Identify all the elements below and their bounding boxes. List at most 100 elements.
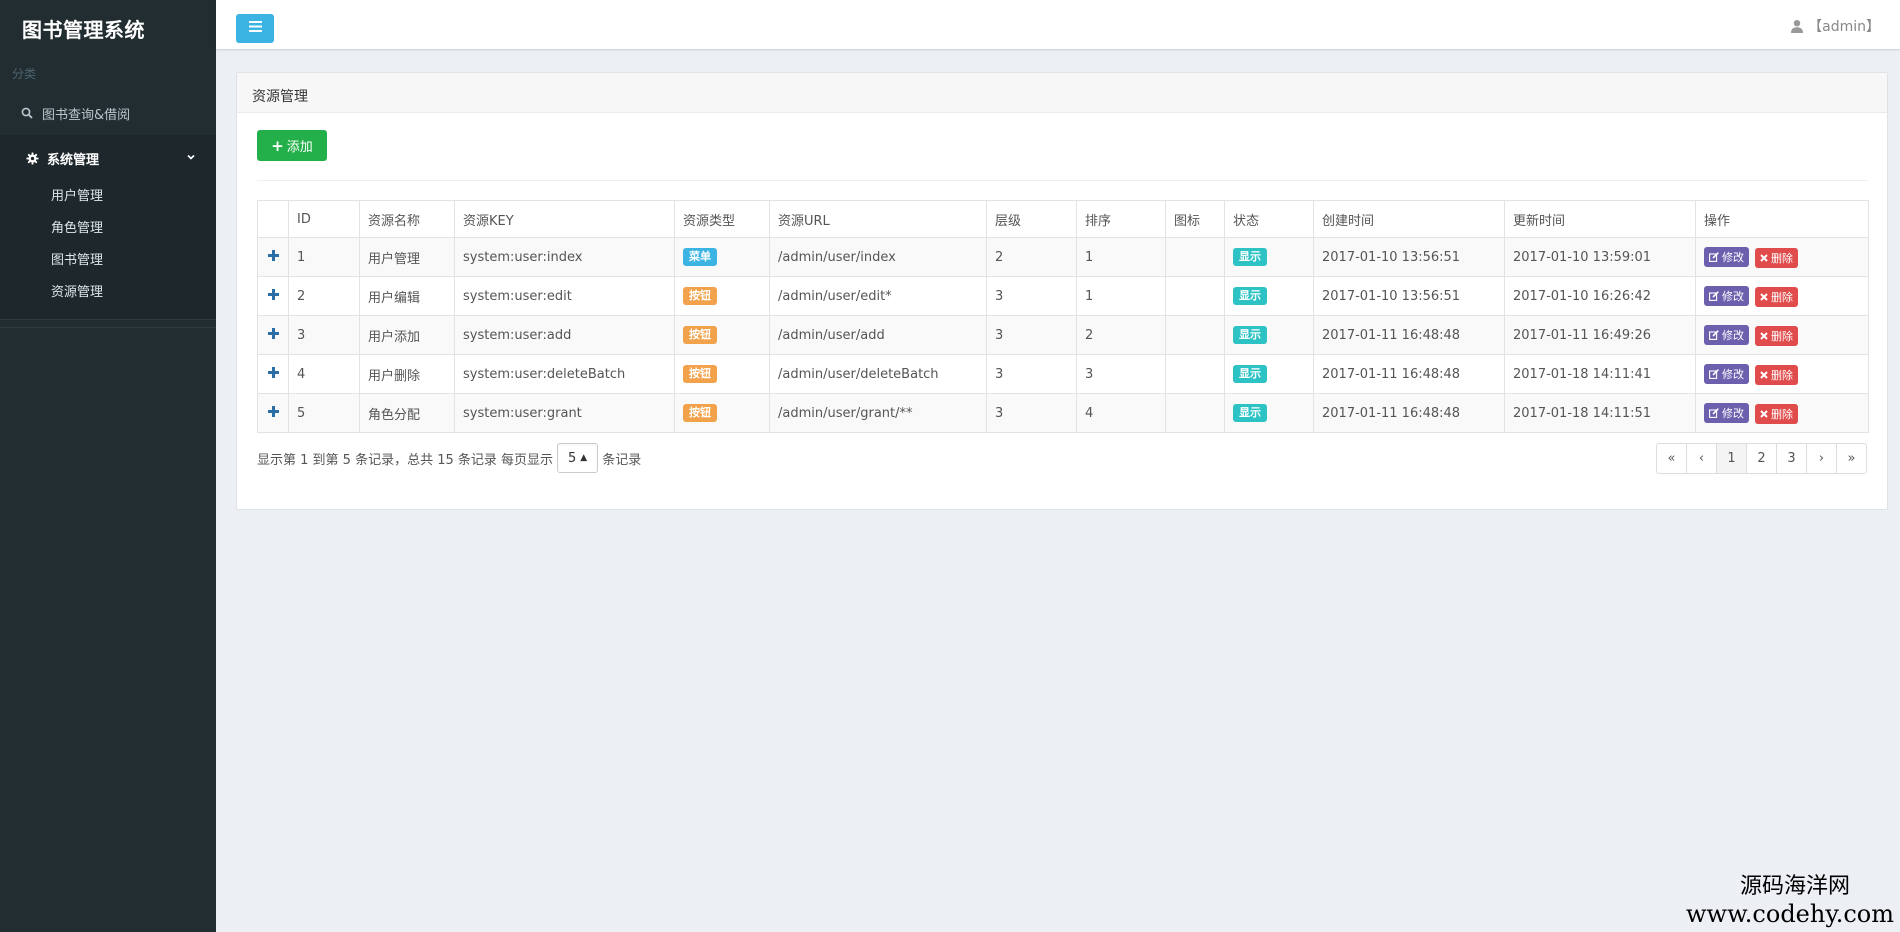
sidebar: 图书管理系统 分类 图书查询&借阅 系统管理 用户管理 角色管理 图书管理 资源… <box>0 0 216 932</box>
cell-key: system:user:edit <box>454 276 675 316</box>
cell-order: 1 <box>1076 276 1166 316</box>
column-header[interactable]: 排序 <box>1076 200 1166 238</box>
column-header[interactable]: 资源URL <box>769 200 987 238</box>
cell-level: 3 <box>986 315 1077 355</box>
cell-level: 2 <box>986 237 1077 277</box>
sidebar-toggle-button[interactable] <box>236 14 274 43</box>
top-bar: 【admin】 <box>216 0 1900 50</box>
cell-type: 菜单 <box>674 237 770 277</box>
close-icon <box>1760 370 1768 379</box>
expand-toggle[interactable] <box>257 315 289 355</box>
page-size-select[interactable]: 5 ▲ <box>557 443 599 473</box>
edit-icon <box>1709 329 1719 340</box>
sidebar-menu-system: 系统管理 用户管理 角色管理 图书管理 资源管理 <box>0 135 216 320</box>
page-last-button[interactable]: » <box>1836 443 1867 474</box>
status-badge: 显示 <box>1233 365 1267 383</box>
panel-title: 资源管理 <box>237 73 1887 113</box>
column-header[interactable]: 创建时间 <box>1313 200 1505 238</box>
table-row: 4 用户删除 system:user:deleteBatch 按钮/admin/use… <box>257 354 1869 394</box>
sidebar-item-label: 图书查询&借阅 <box>42 107 131 123</box>
column-header[interactable]: 更新时间 <box>1504 200 1696 238</box>
column-header[interactable]: 图标 <box>1165 200 1225 238</box>
cell-icon <box>1165 393 1225 433</box>
table-header-row: ID 资源名称 资源KEY 资源类型 资源URL 层级 排序 图标 状态 创建时… <box>257 200 1869 238</box>
cell-type: 按钮 <box>674 276 770 316</box>
delete-button[interactable]: 删除 <box>1755 364 1798 385</box>
cell-updated: 2017-01-11 16:49:26 <box>1504 315 1696 355</box>
edit-icon <box>1709 251 1719 262</box>
page-prev-button[interactable]: ‹ <box>1686 443 1717 474</box>
column-header[interactable]: 资源KEY <box>454 200 675 238</box>
cell-name: 用户删除 <box>359 354 455 394</box>
page-first-button[interactable]: « <box>1656 443 1687 474</box>
cell-id: 5 <box>288 393 360 433</box>
cell-id: 2 <box>288 276 360 316</box>
expand-toggle[interactable] <box>257 276 289 316</box>
cell-level: 3 <box>986 276 1077 316</box>
add-button[interactable]: + 添加 <box>257 130 327 161</box>
sidebar-item-book-search[interactable]: 图书查询&借阅 <box>0 91 216 135</box>
cell-key: system:user:grant <box>454 393 675 433</box>
cell-type: 按钮 <box>674 315 770 355</box>
plus-icon <box>267 327 279 343</box>
table-row: 1 用户管理 system:user:index 菜单/admin/user/inde… <box>257 237 1869 277</box>
close-icon <box>1760 253 1768 262</box>
user-menu[interactable]: 【admin】 <box>1790 16 1880 36</box>
table-row: 5 角色分配 system:user:grant 按钮/admin/user/gran… <box>257 393 1869 433</box>
page-button-2[interactable]: 2 <box>1746 443 1777 474</box>
delete-button[interactable]: 删除 <box>1755 325 1798 346</box>
sidebar-subitem-roles[interactable]: 角色管理 <box>0 213 216 245</box>
brand-title[interactable]: 图书管理系统 <box>0 0 216 53</box>
cell-url: /admin/user/index <box>769 237 987 277</box>
cell-status: 显示 <box>1224 276 1314 316</box>
edit-button[interactable]: 修改 <box>1704 363 1749 384</box>
cell-updated: 2017-01-10 16:26:42 <box>1504 276 1696 316</box>
plus-icon <box>267 366 279 382</box>
column-header[interactable]: 状态 <box>1224 200 1314 238</box>
column-header[interactable]: 资源类型 <box>674 200 770 238</box>
sidebar-subitem-books[interactable]: 图书管理 <box>0 245 216 277</box>
cell-created: 2017-01-10 13:56:51 <box>1313 237 1505 277</box>
delete-button[interactable]: 删除 <box>1755 286 1798 307</box>
search-icon <box>20 106 34 120</box>
watermark-line1: 源码海洋网 <box>1739 874 1850 899</box>
sidebar-item-system-management[interactable]: 系统管理 <box>0 135 216 181</box>
type-badge: 按钮 <box>683 287 717 305</box>
cell-url: /admin/user/edit* <box>769 276 987 316</box>
sidebar-subitem-resources[interactable]: 资源管理 <box>0 277 216 309</box>
expand-toggle[interactable] <box>257 354 289 394</box>
status-badge: 显示 <box>1233 287 1267 305</box>
delete-button[interactable]: 删除 <box>1755 403 1798 424</box>
cell-actions: 修改 删除 <box>1695 276 1869 316</box>
cell-actions: 修改 删除 <box>1695 393 1869 433</box>
page-button-1[interactable]: 1 <box>1716 443 1747 474</box>
info-suffix: 条记录 <box>602 452 642 468</box>
cell-key: system:user:deleteBatch <box>454 354 675 394</box>
caret-up-icon: ▲ <box>580 453 588 463</box>
page-button-3[interactable]: 3 <box>1776 443 1807 474</box>
column-header-expand <box>257 200 289 238</box>
cell-name: 用户编辑 <box>359 276 455 316</box>
cell-status: 显示 <box>1224 393 1314 433</box>
edit-button[interactable]: 修改 <box>1704 324 1749 345</box>
page-next-button[interactable]: › <box>1806 443 1837 474</box>
close-icon <box>1760 409 1768 418</box>
chevron-down-icon[interactable] <box>186 151 196 166</box>
type-badge: 按钮 <box>683 326 717 344</box>
plus-icon: + <box>271 136 284 155</box>
column-header[interactable]: ID <box>288 200 360 238</box>
expand-toggle[interactable] <box>257 393 289 433</box>
plus-icon <box>267 249 279 265</box>
edit-button[interactable]: 修改 <box>1704 402 1749 423</box>
column-header[interactable]: 资源名称 <box>359 200 455 238</box>
column-header[interactable]: 层级 <box>986 200 1077 238</box>
close-icon <box>1760 292 1768 301</box>
type-badge: 菜单 <box>683 248 717 266</box>
edit-button[interactable]: 修改 <box>1704 246 1749 267</box>
expand-toggle[interactable] <box>257 237 289 277</box>
table-row: 2 用户编辑 system:user:edit 按钮/admin/user/edit*… <box>257 276 1869 316</box>
cell-url: /admin/user/deleteBatch <box>769 354 987 394</box>
sidebar-subitem-users[interactable]: 用户管理 <box>0 181 216 213</box>
delete-button[interactable]: 删除 <box>1755 247 1798 268</box>
edit-button[interactable]: 修改 <box>1704 285 1749 306</box>
